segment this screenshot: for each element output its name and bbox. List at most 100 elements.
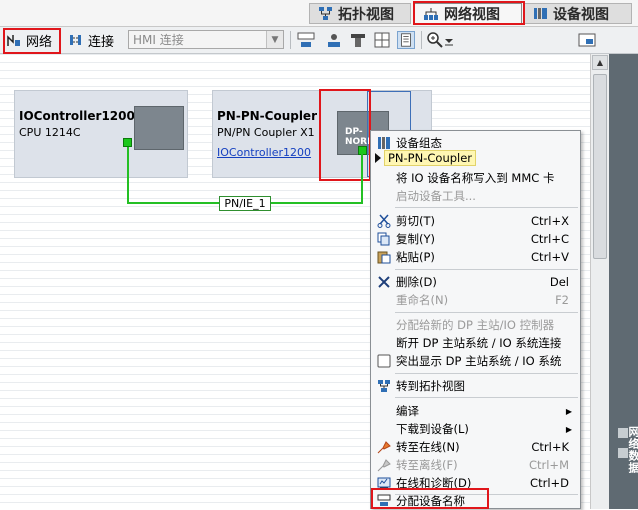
menu-item-download[interactable]: 下载到设备(L) ▶ [372,420,579,438]
menu-item-disconnect-system[interactable]: 断开 DP 主站系统 / IO 系统连接 [372,334,579,352]
profinet-wire[interactable] [127,147,129,203]
menu-item-label: 粘贴(P) [396,250,435,264]
menu-item-shortcut: Ctrl+K [531,440,569,454]
menu-item-label: 分配给新的 DP 主站/IO 控制器 [396,318,555,332]
submenu-arrow-icon [375,153,381,163]
menu-separator [395,397,578,398]
menu-item-write-name-mmc[interactable]: 将 IO 设备名称写入到 MMC 卡 [372,169,579,187]
device-config-icon [378,137,390,149]
tab-network-label: 网络视图 [444,6,500,23]
zoom-dropdown-icon[interactable] [443,31,455,49]
menu-item-copy[interactable]: 复制(Y) Ctrl+C [372,230,579,248]
connections-mode-button[interactable]: 连接 [68,30,124,50]
network-data-side-panel[interactable]: 网络数据 [609,54,638,509]
hmi-connection-value: HMI 连接 [133,33,184,47]
menu-item-goto-topology[interactable]: 转到拓扑视图 [372,377,579,395]
menu-item-label: 转至离线(F) [396,458,458,472]
menu-item-compile[interactable]: 编译 ▶ [372,402,579,420]
menu-item-label: 分配设备名称 [396,494,465,508]
hmi-connection-select[interactable]: HMI 连接 ▼ [128,30,284,49]
checkbox-icon [377,354,391,368]
menu-item-paste[interactable]: 粘贴(P) Ctrl+V [372,248,579,266]
network-view-icon [424,8,438,20]
subnet-label[interactable]: PN/IE_1 [219,196,271,211]
device-view-icon [534,8,547,19]
menu-item-highlight-system[interactable]: 突出显示 DP 主站系统 / IO 系统 [372,352,579,370]
menu-separator [395,207,578,208]
show-names-icon[interactable] [297,31,315,49]
menu-item-label: 转至在线(N) [396,440,460,454]
menu-separator [395,269,578,270]
connections-mode-icon [70,35,81,45]
menu-item-shortcut: F2 [555,293,569,307]
menu-item-label: 将 IO 设备名称写入到 MMC 卡 [396,171,555,185]
menu-item-online-diagnostics[interactable]: 在线和诊断(D) Ctrl+D [372,474,579,492]
context-menu: 设备组态 PN-PN-Coupler 将 IO 设备名称写入到 MMC 卡 启动… [370,130,581,509]
tab-device-view[interactable]: 设备视图 [524,3,632,24]
vertical-scrollbar[interactable]: ▲ [590,54,609,509]
tab-device-label: 设备视图 [553,6,609,23]
submenu-arrow-icon: ▶ [565,406,572,416]
network-data-panel-label: 网络数据 [627,426,638,474]
menu-item-shortcut: Ctrl+M [528,458,569,472]
menu-item-shortcut: Ctrl+X [531,214,569,228]
menu-separator [395,312,578,313]
cpu-module[interactable] [134,106,184,150]
scrollbar-thumb[interactable] [593,74,607,259]
menu-item-cut[interactable]: 剪切(T) Ctrl+X [372,212,579,230]
menu-separator [395,373,578,374]
tab-network-view[interactable]: 网络视图 [414,3,522,24]
go-online-icon [377,441,391,454]
chevron-down-icon[interactable]: ▼ [266,31,283,48]
menu-item-go-online[interactable]: 转至在线(N) Ctrl+K [372,438,579,456]
copy-icon [377,232,390,246]
view-options-icon[interactable] [325,31,343,49]
menu-item-label: 重命名(N) [396,293,449,307]
overview-navigation-icon[interactable] [578,31,596,49]
profinet-wire[interactable] [361,153,363,203]
paste-icon [377,251,391,264]
device-name: PN-PN-Coupler [217,109,317,123]
network-mode-icon [7,35,20,46]
menu-item-shortcut: Ctrl+D [530,476,569,490]
assign-name-icon [377,494,391,506]
cut-icon [377,214,391,228]
menu-item-shortcut: Del [549,275,569,289]
scroll-up-icon[interactable]: ▲ [592,55,608,70]
topology-view-icon [378,380,390,392]
menu-item-label: 删除(D) [396,275,437,289]
zoom-icon[interactable] [426,31,444,49]
menu-item-label: PN-PN-Coupler [384,150,477,166]
device-iocontroller1200[interactable]: IOController1200 CPU 1214C [14,90,188,178]
menu-item-start-device-tool: 启动设备工具... [372,187,579,205]
network-view-toolbar: 网络 连接 HMI 连接 ▼ [0,27,638,54]
menu-item-shortcut: Ctrl+V [531,250,569,264]
menu-item-label: 启动设备工具... [396,189,476,203]
device-type: CPU 1214C [19,126,81,139]
network-mode-button[interactable]: 网络 [6,30,60,50]
io-controller-link[interactable]: IOController1200 [217,146,311,159]
menu-item-label: 下载到设备(L) [396,422,469,436]
tab-topology-label: 拓扑视图 [338,6,394,23]
menu-item-label: 剪切(T) [396,214,435,228]
connections-mode-label: 连接 [88,34,115,50]
grid-icon[interactable] [373,31,391,49]
page-layout-icon[interactable] [397,31,415,49]
submenu-arrow-icon: ▶ [565,424,572,434]
tab-topology-view[interactable]: 拓扑视图 [309,3,411,24]
menu-item-label: 编译 [396,404,419,418]
menu-item-shortcut: Ctrl+C [530,232,569,246]
online-diagnostics-icon [377,477,391,489]
menu-item-go-offline: 转至离线(F) Ctrl+M [372,456,579,474]
toolbar-separator [421,31,422,49]
profinet-port[interactable] [123,138,132,147]
menu-item-device-name[interactable]: PN-PN-Coupler [372,149,579,167]
go-offline-icon [377,459,391,472]
device-name: IOController1200 [19,109,135,123]
menu-item-label: 复制(Y) [396,232,435,246]
menu-item-assign-device-name[interactable]: 分配设备名称 [372,492,579,510]
menu-item-delete[interactable]: 删除(D) Del [372,273,579,291]
module-icon[interactable] [349,31,367,49]
network-mode-label: 网络 [26,34,53,50]
menu-item-label: 突出显示 DP 主站系统 / IO 系统 [396,354,562,368]
